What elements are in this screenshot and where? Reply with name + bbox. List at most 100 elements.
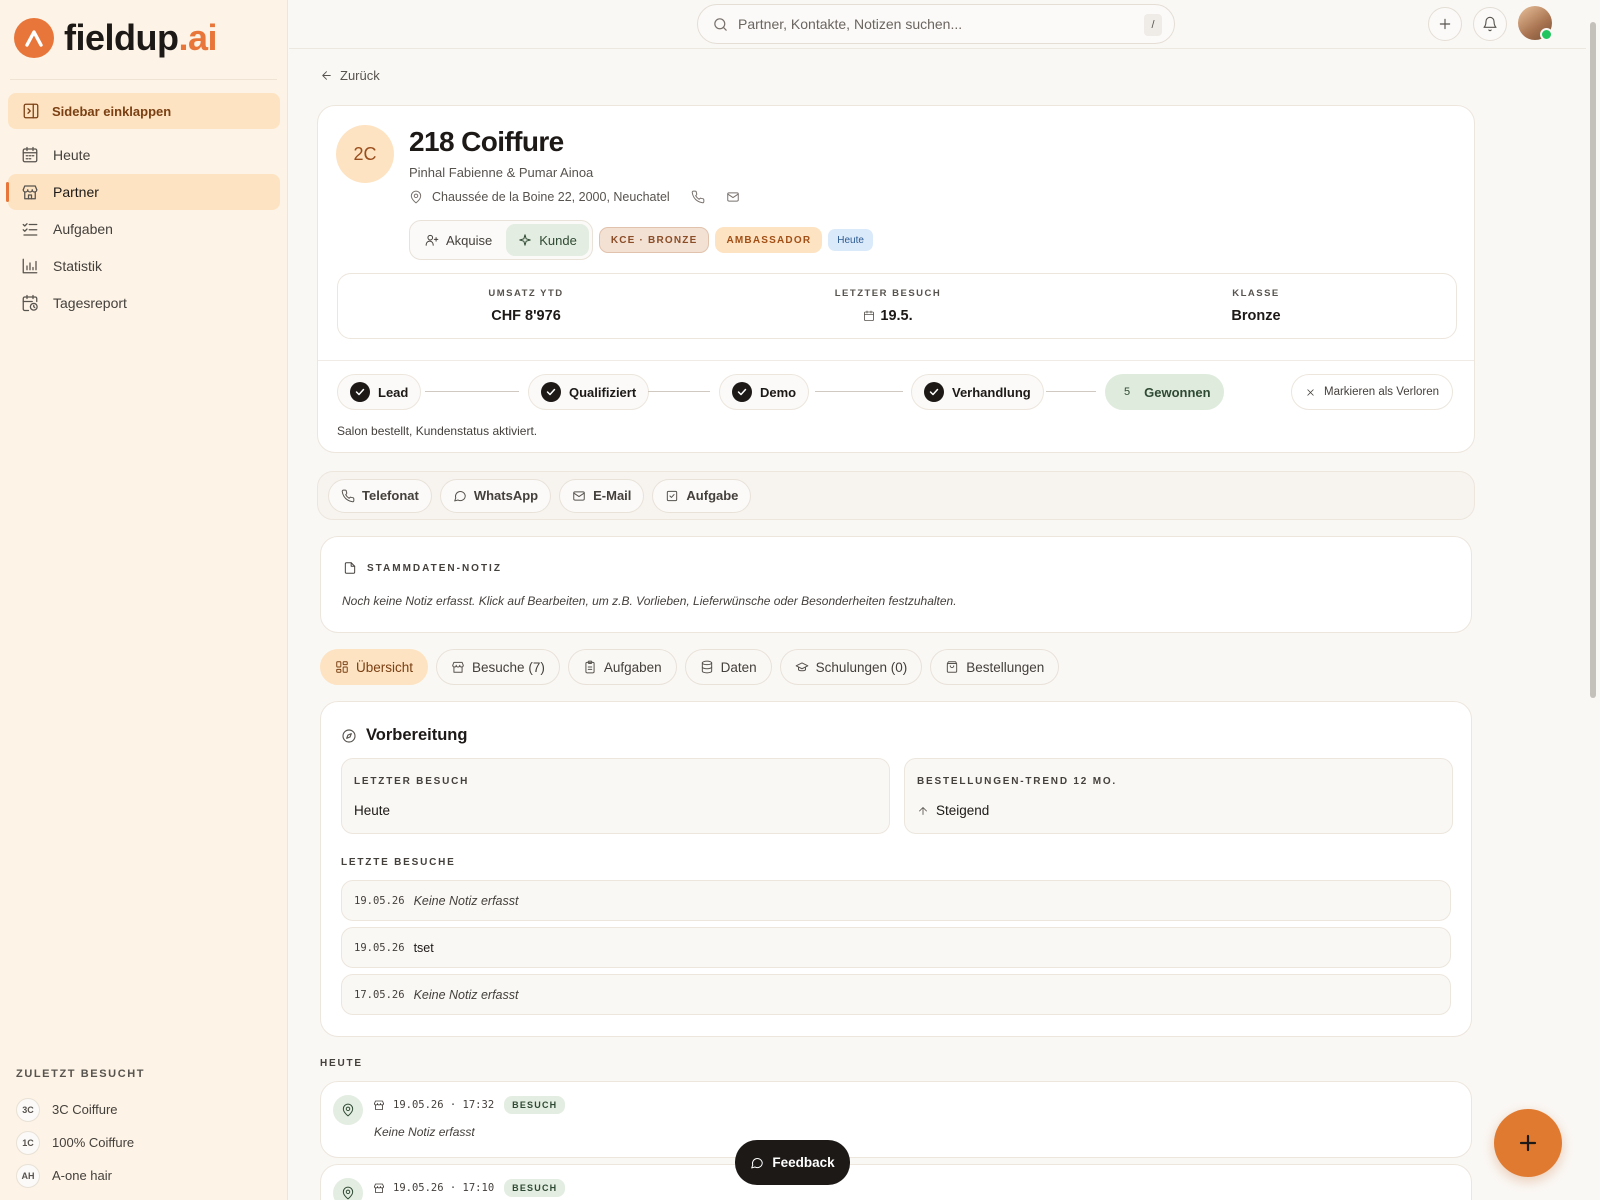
visit-date: 17.05.26 bbox=[354, 988, 405, 1001]
mail-icon[interactable] bbox=[726, 190, 740, 204]
timeline-meta: 19.05.26 · 17:10 BESUCH bbox=[373, 1179, 566, 1197]
tab-orders[interactable]: Bestellungen bbox=[930, 649, 1060, 685]
calendar-icon bbox=[22, 146, 38, 163]
timeline-entry[interactable]: 19.05.26 · 17:10 BESUCH bbox=[320, 1164, 1472, 1200]
partner-stats: UMSATZ YTD CHF 8'976 LETZTER BESUCH 19.5… bbox=[337, 273, 1457, 339]
arrow-up-icon bbox=[919, 806, 927, 815]
timeline-type-badge: BESUCH bbox=[504, 1179, 566, 1197]
sidebar-item-statistik[interactable]: Statistik bbox=[8, 248, 280, 284]
segment-label: Akquise bbox=[446, 232, 493, 248]
timeline-datetime: 19.05.26 · 17:32 bbox=[393, 1099, 495, 1111]
stage-label: Verhandlung bbox=[952, 384, 1031, 400]
master-note-title: STAMMDATEN-NOTIZ bbox=[367, 562, 502, 574]
phone-icon bbox=[341, 489, 355, 502]
master-data-note-card[interactable]: STAMMDATEN-NOTIZ Noch keine Notiz erfass… bbox=[320, 536, 1472, 633]
plus-icon bbox=[1439, 18, 1451, 30]
tab-label: Besuche (7) bbox=[472, 659, 545, 675]
action-task-button[interactable]: Aufgabe bbox=[652, 478, 752, 513]
notifications-button[interactable] bbox=[1473, 7, 1507, 41]
pipeline-status-note: Salon bestellt, Kundenstatus aktiviert. bbox=[337, 424, 538, 438]
visit-note: Keine Notiz erfasst bbox=[413, 893, 519, 908]
recent-partner-item[interactable]: AH A-one hair bbox=[16, 1159, 134, 1192]
search-input[interactable] bbox=[738, 16, 1138, 32]
tab-data[interactable]: Daten bbox=[684, 649, 772, 685]
plus-icon bbox=[1519, 1134, 1537, 1152]
mark-lost-button[interactable]: Markieren als Verloren bbox=[1291, 374, 1454, 410]
stage-gewonnen[interactable]: 5 Gewonnen bbox=[1105, 374, 1224, 410]
recent-partner-name: 100% Coiffure bbox=[52, 1135, 135, 1150]
topbar: / bbox=[289, 0, 1586, 49]
map-pin-icon bbox=[333, 1095, 363, 1125]
timeline-datetime: 19.05.26 · 17:10 bbox=[393, 1182, 495, 1194]
feedback-button[interactable]: Feedback bbox=[735, 1140, 850, 1185]
list-item[interactable]: 17.05.26 Keine Notiz erfasst bbox=[341, 974, 1451, 1015]
list-item[interactable]: 19.05.26 Keine Notiz erfasst bbox=[341, 880, 1451, 921]
back-link[interactable]: Zurück bbox=[320, 68, 380, 83]
recent-partner-item[interactable]: 3C 3C Coiffure bbox=[16, 1093, 134, 1126]
search-shortcut-hint: / bbox=[1144, 14, 1162, 36]
user-plus-icon bbox=[425, 234, 439, 246]
sidebar-item-label: Statistik bbox=[53, 258, 103, 274]
timeline-type-badge: BESUCH bbox=[504, 1096, 566, 1114]
action-label: WhatsApp bbox=[473, 488, 539, 503]
info-label: LETZTER BESUCH bbox=[354, 776, 470, 787]
info-value: Heute bbox=[354, 803, 391, 818]
create-button[interactable] bbox=[1428, 7, 1462, 41]
tab-trainings[interactable]: Schulungen (0) bbox=[779, 649, 923, 685]
recent-partner-item[interactable]: 1C 100% Coiffure bbox=[16, 1126, 134, 1159]
tab-tasks[interactable]: Aufgaben bbox=[567, 649, 677, 685]
add-fab-button[interactable] bbox=[1494, 1109, 1562, 1177]
sidebar-divider bbox=[10, 79, 277, 80]
map-pin-icon bbox=[410, 190, 422, 204]
shopping-bag-icon bbox=[947, 661, 958, 673]
segment-kunde[interactable]: Kunde bbox=[506, 224, 589, 256]
scrollbar-thumb[interactable] bbox=[1590, 22, 1596, 698]
message-circle-icon bbox=[454, 490, 466, 501]
action-email-button[interactable]: E-Mail bbox=[559, 478, 645, 513]
store-icon bbox=[22, 185, 38, 200]
stage-demo[interactable]: Demo bbox=[719, 374, 810, 410]
sidebar-item-tagesreport[interactable]: Tagesreport bbox=[8, 285, 280, 321]
search-icon bbox=[714, 17, 727, 31]
feedback-label: Feedback bbox=[772, 1155, 835, 1170]
stage-lead[interactable]: Lead bbox=[337, 374, 422, 410]
stage-verhandlung[interactable]: Verhandlung bbox=[911, 374, 1044, 410]
partner-avatar: 2C bbox=[336, 125, 394, 183]
stage-connector bbox=[648, 391, 710, 392]
partner-badges: Akquise Kunde KCE · BRONZE AMBASSADOR He… bbox=[409, 220, 873, 260]
logo[interactable]: fieldup.ai bbox=[14, 17, 218, 58]
segment-label: Kunde bbox=[539, 232, 577, 248]
global-search[interactable]: / bbox=[697, 4, 1175, 44]
sidebar-item-aufgaben[interactable]: Aufgaben bbox=[8, 211, 280, 247]
recent-visits-list: 19.05.26 Keine Notiz erfasst 19.05.26 ts… bbox=[341, 880, 1451, 1021]
phone-icon[interactable] bbox=[691, 190, 705, 204]
tab-label: Übersicht bbox=[356, 659, 414, 675]
sidebar-item-heute[interactable]: Heute bbox=[8, 137, 280, 173]
sparkle-icon bbox=[519, 234, 531, 246]
action-call-button[interactable]: Telefonat bbox=[328, 478, 432, 513]
calendar-clock-icon bbox=[22, 294, 38, 312]
sidebar-item-partner[interactable]: Partner bbox=[6, 174, 280, 210]
stage-qualifiziert[interactable]: Qualifiziert bbox=[528, 374, 650, 410]
layout-grid-icon bbox=[336, 661, 348, 673]
logo-mark-icon bbox=[14, 18, 54, 58]
partner-name: 218 Coiffure bbox=[409, 126, 564, 157]
collapse-sidebar-button[interactable]: Sidebar einklappen bbox=[8, 93, 280, 129]
partner-address-row: Chaussée de la Boine 22, 2000, Neuchatel bbox=[409, 190, 740, 204]
tab-visits[interactable]: Besuche (7) bbox=[436, 649, 560, 685]
logo-text: fieldup.ai bbox=[64, 17, 218, 58]
action-whatsapp-button[interactable]: WhatsApp bbox=[439, 478, 552, 513]
segment-akquise[interactable]: Akquise bbox=[413, 224, 504, 256]
user-avatar[interactable] bbox=[1518, 6, 1553, 41]
list-item[interactable]: 19.05.26 tset bbox=[341, 927, 1451, 968]
stat-label: UMSATZ YTD bbox=[488, 288, 564, 299]
order-trend-box: BESTELLUNGEN-TREND 12 MO. Steigend bbox=[904, 758, 1453, 834]
sidebar-item-label: Partner bbox=[53, 184, 99, 200]
timeline-entry[interactable]: 19.05.26 · 17:32 BESUCH Keine Notiz erfa… bbox=[320, 1081, 1472, 1158]
today-badge: Heute bbox=[828, 229, 873, 251]
stage-connector bbox=[425, 391, 519, 392]
tab-overview[interactable]: Übersicht bbox=[320, 649, 429, 685]
recent-visits-label: LETZTE BESUCHE bbox=[341, 857, 456, 868]
sales-pipeline: Lead Qualifiziert Demo Verhandlung 5 Gew… bbox=[337, 374, 1459, 410]
action-label: Aufgabe bbox=[686, 488, 739, 503]
